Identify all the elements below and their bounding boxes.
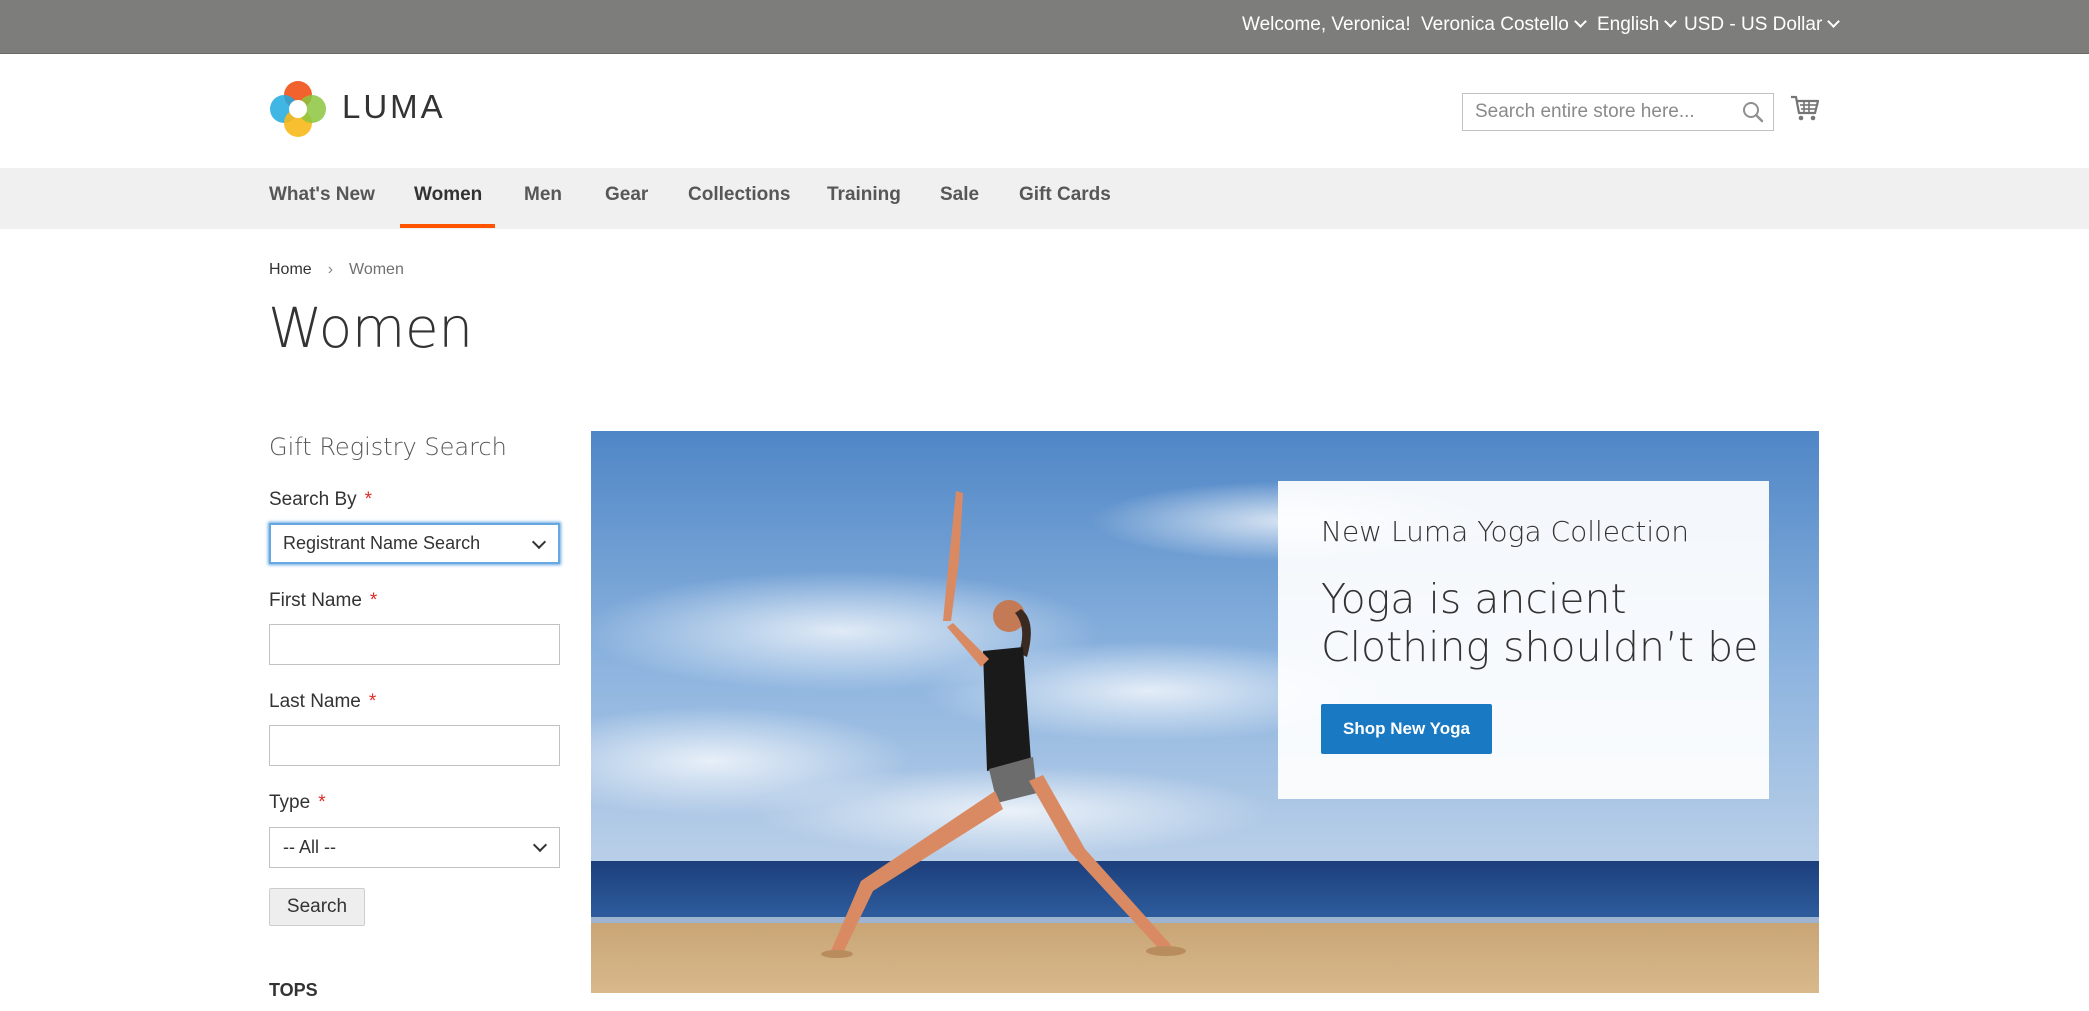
search-by-select[interactable]: Registrant Name Search bbox=[269, 523, 560, 564]
language-switcher[interactable]: English bbox=[1597, 14, 1678, 36]
last-name-label-text: Last Name bbox=[269, 691, 361, 712]
account-name: Veronica Costello bbox=[1421, 14, 1569, 35]
account-menu[interactable]: Veronica Costello bbox=[1421, 14, 1587, 36]
type-value: -- All -- bbox=[283, 837, 336, 857]
type-label: Type * bbox=[269, 792, 326, 814]
shop-new-yoga-button[interactable]: Shop New Yoga bbox=[1321, 704, 1492, 754]
nav-item-training[interactable]: Training bbox=[827, 184, 901, 206]
sidebar-tops-heading[interactable]: TOPS bbox=[269, 980, 318, 1001]
last-name-field[interactable] bbox=[269, 725, 560, 766]
registry-search-button[interactable]: Search bbox=[269, 888, 365, 926]
top-bar: Welcome, Veronica! Veronica Costello Eng… bbox=[0, 0, 2089, 54]
first-name-label: First Name * bbox=[269, 590, 377, 612]
nav-item-collections[interactable]: Collections bbox=[688, 184, 790, 206]
first-name-label-text: First Name bbox=[269, 590, 362, 611]
chevron-down-icon bbox=[532, 837, 548, 853]
nav-item-gear[interactable]: Gear bbox=[605, 184, 648, 206]
language-label: English bbox=[1597, 14, 1660, 35]
required-marker: * bbox=[369, 590, 378, 611]
search-input[interactable] bbox=[1462, 93, 1774, 131]
gift-registry-title: Gift Registry Search bbox=[269, 433, 507, 461]
type-label-text: Type bbox=[269, 792, 311, 813]
chevron-down-icon bbox=[1574, 15, 1587, 28]
main-nav: What's New Women Men Gear Collections Tr… bbox=[0, 168, 2089, 229]
promo-headline-line2: Clothing shouldn’t be bbox=[1321, 623, 1759, 671]
chevron-right-icon: › bbox=[327, 261, 334, 278]
nav-item-sale[interactable]: Sale bbox=[940, 184, 979, 206]
luma-logo-icon[interactable] bbox=[270, 81, 326, 137]
nav-item-gift-cards[interactable]: Gift Cards bbox=[1019, 184, 1111, 206]
promo-headline-line1: Yoga is ancient bbox=[1321, 575, 1627, 623]
currency-label: USD - US Dollar bbox=[1684, 14, 1823, 35]
first-name-field[interactable] bbox=[269, 624, 560, 665]
chevron-down-icon bbox=[1664, 15, 1678, 28]
last-name-label: Last Name * bbox=[269, 691, 376, 713]
breadcrumb: Home › Women bbox=[269, 261, 404, 279]
nav-item-men[interactable]: Men bbox=[524, 184, 562, 206]
cart-icon[interactable] bbox=[1790, 94, 1820, 124]
active-nav-indicator bbox=[400, 224, 495, 228]
search-by-value: Registrant Name Search bbox=[283, 533, 481, 553]
breadcrumb-home-link[interactable]: Home bbox=[269, 261, 312, 278]
required-marker: * bbox=[318, 792, 326, 813]
search-icon[interactable] bbox=[1742, 101, 1764, 123]
welcome-message: Welcome, Veronica! bbox=[1242, 14, 1411, 35]
required-marker: * bbox=[368, 691, 377, 712]
chevron-down-icon bbox=[1827, 15, 1841, 28]
type-select[interactable]: -- All -- bbox=[269, 827, 560, 868]
chevron-down-icon bbox=[531, 534, 547, 550]
required-marker: * bbox=[364, 489, 373, 510]
logo-text[interactable]: LUMA bbox=[342, 88, 446, 126]
promo-subtitle: New Luma Yoga Collection bbox=[1321, 515, 1690, 548]
nav-item-whats-new[interactable]: What's New bbox=[269, 184, 375, 206]
nav-item-women[interactable]: Women bbox=[414, 184, 482, 206]
currency-switcher[interactable]: USD - US Dollar bbox=[1684, 14, 1841, 36]
search-by-label: Search By * bbox=[269, 489, 372, 511]
breadcrumb-current: Women bbox=[349, 261, 404, 278]
search-by-label-text: Search By bbox=[269, 489, 357, 510]
page-title: Women bbox=[268, 296, 473, 360]
